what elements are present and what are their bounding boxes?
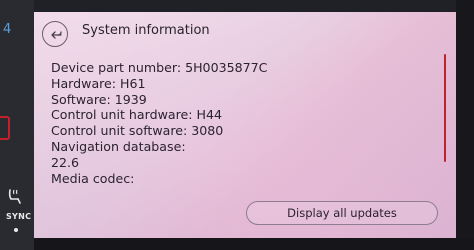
back-arrow-icon	[50, 31, 62, 39]
display-screen: System information Device part number: 5…	[34, 12, 456, 238]
page-title: System information	[82, 23, 210, 38]
back-button[interactable]	[42, 21, 68, 47]
bezel-indicator-dot	[14, 228, 18, 232]
system-info-list: Device part number: 5H0035877C Hardware:…	[51, 60, 411, 186]
heated-seat-icon[interactable]	[6, 188, 24, 204]
top-bezel	[34, 0, 474, 12]
display-all-updates-button[interactable]: Display all updates	[246, 201, 438, 225]
bottom-bezel	[34, 238, 474, 250]
left-bezel: 4 SYNC	[0, 0, 34, 250]
device-part-number: Device part number: 5H0035877C	[51, 60, 268, 75]
software-version: Software: 1939	[51, 91, 147, 107]
navigation-database-value: 22.6	[51, 154, 80, 170]
sync-button[interactable]: SYNC	[6, 212, 31, 221]
control-unit-software: Control unit software: 3080	[51, 123, 224, 139]
media-codec-label: Media codec:	[51, 170, 135, 186]
right-bezel	[456, 0, 474, 250]
scrollbar[interactable]	[444, 54, 446, 162]
red-hardware-button[interactable]	[0, 116, 10, 140]
bezel-number: 4	[3, 22, 12, 37]
hardware-version: Hardware: H61	[51, 75, 146, 91]
control-unit-hardware: Control unit hardware: H44	[51, 107, 222, 123]
navigation-database-label: Navigation database:	[51, 138, 186, 154]
